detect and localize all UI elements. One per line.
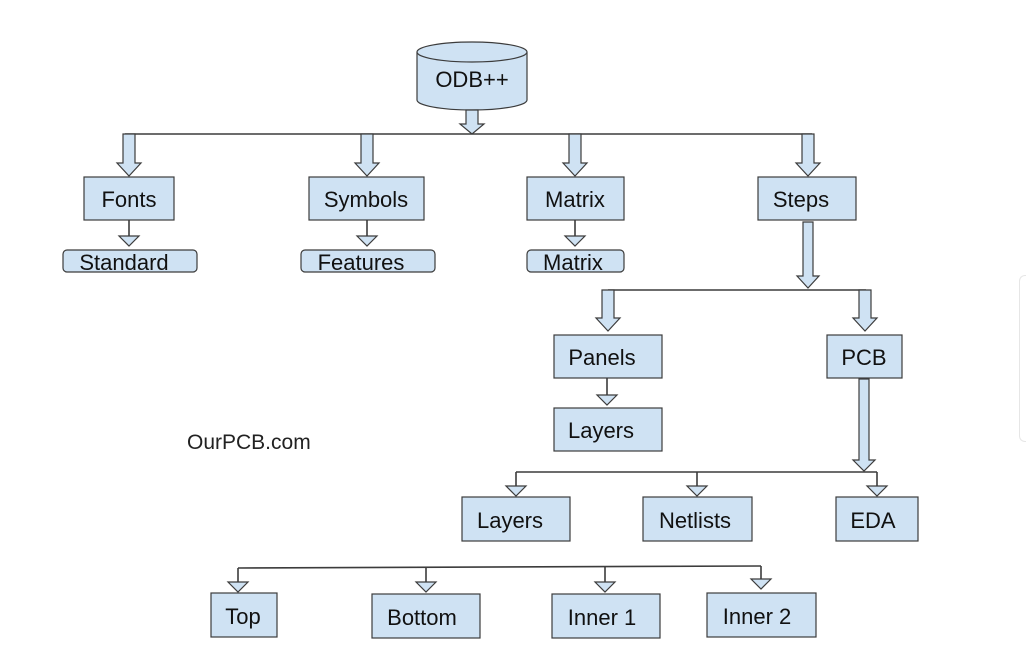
node-netlists: Netlists (642, 496, 753, 542)
svg-text:EDA: EDA (850, 508, 896, 533)
watermark-text: OurPCB.com (187, 431, 311, 454)
node-panels: Panels (553, 334, 663, 379)
block-arrow (353, 133, 381, 177)
odb-structure-diagram: ODB++ Fonts Symbols Matrix Steps Standar… (62, 41, 919, 639)
node-eda: EDA (835, 496, 919, 542)
block-arrow (458, 109, 486, 135)
svg-text:Features: Features (318, 250, 405, 275)
svg-text:Netlists: Netlists (659, 508, 731, 533)
thin-arrow (355, 220, 379, 247)
svg-text:Layers: Layers (477, 508, 543, 533)
node-inner-2: Inner 2 (706, 592, 817, 638)
node-symbols: Symbols (308, 176, 425, 221)
thin-arrow (595, 378, 619, 406)
thin-arrow (749, 566, 773, 590)
thin-arrow (117, 220, 141, 247)
node-pcb-layers: Layers (461, 496, 571, 542)
block-arrow (851, 378, 877, 472)
svg-text:Fonts: Fonts (101, 187, 156, 212)
node-matrix-child: Matrix (526, 249, 625, 275)
svg-text:Matrix: Matrix (543, 250, 603, 275)
node-matrix: Matrix (526, 176, 625, 221)
node-panels-layers: Layers (553, 407, 663, 452)
thin-arrow (865, 472, 889, 497)
thin-arrow (593, 567, 617, 593)
node-features: Features (300, 249, 436, 275)
node-odb-root: ODB++ (416, 41, 528, 111)
block-arrow (594, 289, 622, 332)
node-fonts: Fonts (83, 176, 175, 221)
node-inner-1: Inner 1 (551, 593, 661, 639)
svg-text:Panels: Panels (568, 345, 635, 370)
node-label: ODB++ (435, 67, 508, 92)
thin-arrow (226, 568, 250, 593)
thin-arrow (685, 472, 709, 497)
node-pcb: PCB (826, 334, 903, 379)
block-arrow (794, 133, 822, 177)
connector-line (237, 565, 762, 569)
block-arrow (851, 289, 879, 332)
node-steps: Steps (757, 176, 857, 221)
thin-arrow (414, 568, 438, 593)
thin-arrow (504, 472, 528, 497)
block-arrow (795, 221, 821, 289)
block-arrow (115, 133, 143, 177)
svg-text:Inner 2: Inner 2 (723, 604, 792, 629)
svg-text:PCB: PCB (841, 345, 886, 370)
node-standard: Standard (62, 249, 198, 275)
block-arrow (561, 133, 589, 177)
thin-arrow (563, 220, 587, 247)
svg-text:Symbols: Symbols (324, 187, 408, 212)
svg-text:Bottom: Bottom (387, 605, 457, 630)
node-top: Top (210, 592, 278, 638)
side-panel-edge (1019, 275, 1026, 442)
svg-text:Standard: Standard (79, 250, 168, 275)
svg-text:Top: Top (225, 604, 260, 629)
svg-text:Matrix: Matrix (545, 187, 605, 212)
svg-text:Layers: Layers (568, 418, 634, 443)
node-bottom: Bottom (371, 593, 481, 639)
svg-text:Inner 1: Inner 1 (568, 605, 637, 630)
svg-text:Steps: Steps (773, 187, 829, 212)
